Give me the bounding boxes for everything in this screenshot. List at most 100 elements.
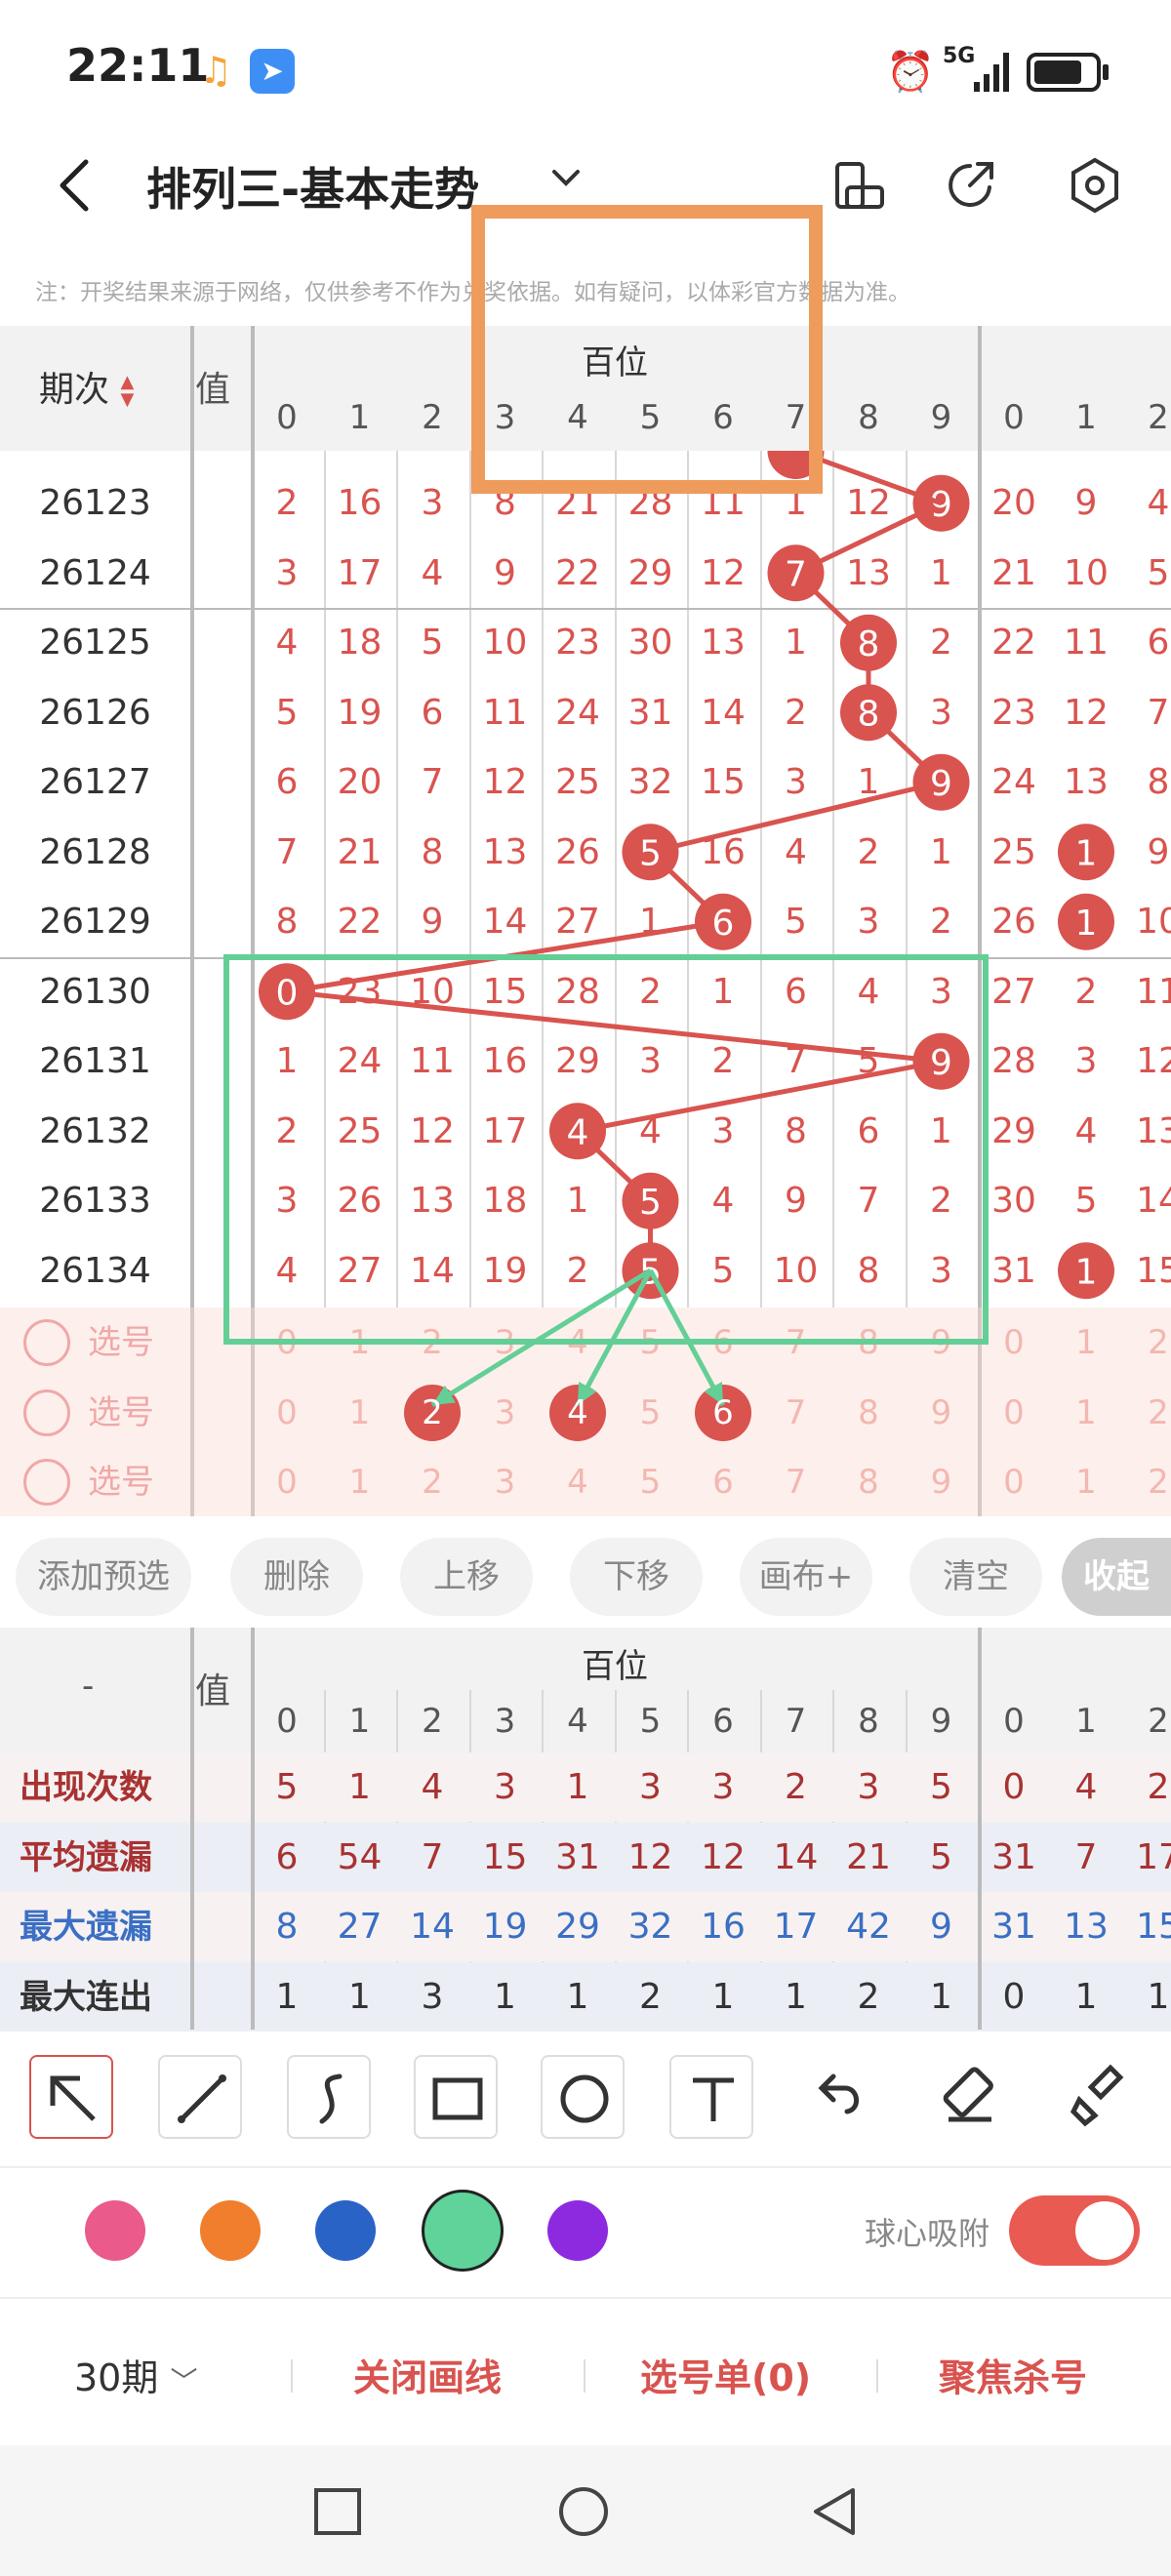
stats-value: 54	[337, 1836, 383, 1877]
canvas-plus-button[interactable]: 画布+	[740, 1538, 872, 1616]
stats-right-value: 0	[1002, 1976, 1026, 2017]
stats-right-value: 15	[1136, 1907, 1171, 1947]
stats-digit-header: 8	[858, 1702, 879, 1741]
selected-number-ball[interactable]: 2	[396, 1378, 468, 1448]
stats-value: 42	[846, 1907, 891, 1947]
clear-button[interactable]: 清空	[909, 1538, 1042, 1616]
stats-row-label: 最大连出	[20, 1977, 152, 2017]
green-highlight-box	[223, 954, 989, 1345]
stats-value-column-header: 值	[195, 1671, 231, 1711]
stats-right-value: 17	[1136, 1836, 1171, 1877]
stats-digit-header: 4	[567, 1702, 588, 1741]
color-swatch[interactable]	[85, 2200, 145, 2261]
stats-value: 27	[337, 1907, 383, 1947]
column-divider	[190, 1752, 194, 2030]
add-preselect-button[interactable]: 添加预选	[16, 1538, 191, 1616]
move-up-button[interactable]: 上移	[400, 1538, 533, 1616]
back-nav-icon[interactable]	[808, 2484, 863, 2539]
bottom-menu: 30期 ﹀ 关闭画线 选号单(0) 聚焦杀号	[0, 2299, 1171, 2445]
snap-toggle[interactable]	[1009, 2195, 1140, 2266]
stats-digit-header: 9	[930, 1702, 952, 1741]
stats-value: 5	[930, 1767, 952, 1807]
selected-number-ball[interactable]: 4	[542, 1378, 614, 1448]
delete-button[interactable]: 删除	[230, 1538, 363, 1616]
stats-value: 1	[785, 1976, 807, 2017]
focus-kill-button[interactable]: 聚焦杀号	[939, 2348, 1087, 2401]
stats-value: 21	[846, 1836, 891, 1877]
stats-value: 9	[930, 1907, 952, 1947]
stats-section-title: 百位	[582, 1647, 648, 1686]
stats-value: 3	[494, 1767, 516, 1807]
period-selector-label: 30期	[74, 2356, 159, 2399]
stats-value: 7	[421, 1836, 444, 1877]
circle-tool[interactable]	[541, 2055, 625, 2139]
undo-icon[interactable]	[798, 2055, 882, 2139]
stats-row-label: 最大遗漏	[20, 1908, 152, 1947]
stats-right-value: 4	[1074, 1767, 1098, 1807]
collapse-button[interactable]: 收起	[1062, 1538, 1171, 1616]
stats-value: 3	[421, 1976, 444, 2017]
stats-right-value: 31	[991, 1836, 1036, 1877]
arrow-tool[interactable]	[29, 2055, 113, 2139]
stats-value: 14	[773, 1836, 819, 1877]
divider	[876, 2359, 878, 2393]
stats-right-value: 2	[1147, 1767, 1170, 1807]
divider	[291, 2359, 293, 2393]
stats-value: 1	[275, 1976, 299, 2017]
color-swatch[interactable]	[315, 2200, 376, 2261]
stats-right-digit-header: 0	[1003, 1702, 1025, 1741]
recent-apps-icon[interactable]	[310, 2484, 365, 2539]
period-selector[interactable]: 30期 ﹀	[74, 2348, 197, 2401]
close-draw-button[interactable]: 关闭画线	[353, 2348, 502, 2401]
line-tool[interactable]	[158, 2055, 242, 2139]
column-divider	[251, 1752, 255, 2030]
rectangle-tool[interactable]	[414, 2055, 498, 2139]
snap-label: 球心吸附	[865, 2215, 990, 2252]
stats-value: 3	[639, 1767, 662, 1807]
stats-right-digit-header: 2	[1148, 1702, 1169, 1741]
color-swatch[interactable]	[200, 2200, 261, 2261]
stats-value: 1	[566, 1767, 589, 1807]
stats-right-value: 31	[991, 1907, 1036, 1947]
stats-right-value: 7	[1074, 1836, 1098, 1877]
stats-value: 1	[566, 1976, 589, 2017]
snap-toggle-knob	[1075, 2201, 1134, 2260]
brush-icon[interactable]	[1056, 2055, 1140, 2139]
stats-digit-header: 5	[639, 1702, 662, 1741]
stats-value: 12	[627, 1836, 673, 1877]
text-tool[interactable]	[669, 2055, 753, 2139]
stats-dash: -	[82, 1667, 95, 1706]
stats-digit-header: 6	[712, 1702, 734, 1741]
stats-value: 32	[627, 1907, 673, 1947]
stats-right-value: 1	[1147, 1976, 1170, 2017]
stats-digit-header: 7	[785, 1702, 807, 1741]
stats-value: 3	[857, 1767, 880, 1807]
eraser-icon[interactable]	[927, 2055, 1011, 2139]
column-divider	[978, 1752, 982, 2030]
pick-list-button[interactable]: 选号单(0)	[640, 2348, 811, 2401]
curve-tool[interactable]	[287, 2055, 371, 2139]
system-nav-bar	[0, 2445, 1171, 2576]
stats-digit-header: 0	[276, 1702, 298, 1741]
stats-digit-header: 2	[422, 1702, 443, 1741]
stats-value: 15	[482, 1836, 528, 1877]
stats-value: 12	[701, 1836, 746, 1877]
stats-digit-header: 3	[494, 1702, 516, 1741]
stats-value: 19	[482, 1907, 528, 1947]
orange-highlight-box	[471, 205, 823, 494]
selected-number-ball[interactable]: 6	[687, 1378, 759, 1448]
stats-value: 31	[555, 1836, 600, 1877]
stats-value: 2	[857, 1976, 880, 2017]
move-down-button[interactable]: 下移	[570, 1538, 703, 1616]
stats-value: 1	[711, 1976, 735, 2017]
stats-value: 1	[494, 1976, 516, 2017]
stats-value: 6	[275, 1836, 299, 1877]
stats-value: 1	[348, 1767, 371, 1807]
color-swatch[interactable]	[422, 2190, 504, 2272]
stats-value: 5	[930, 1836, 952, 1877]
color-swatch[interactable]	[547, 2200, 608, 2261]
stats-value: 4	[421, 1767, 444, 1807]
home-icon[interactable]	[556, 2484, 611, 2539]
stats-value: 5	[275, 1767, 299, 1807]
chevron-down-icon: ﹀	[170, 2365, 198, 2397]
